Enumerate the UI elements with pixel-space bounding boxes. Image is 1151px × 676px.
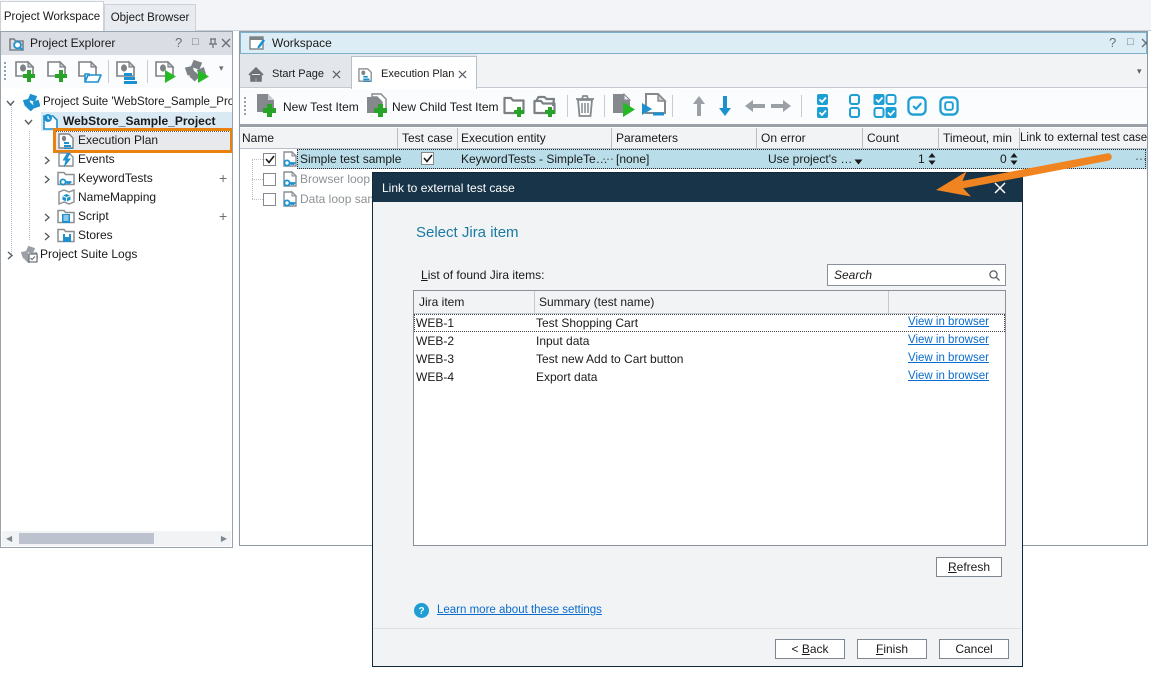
svg-text:?: ? — [418, 606, 424, 617]
